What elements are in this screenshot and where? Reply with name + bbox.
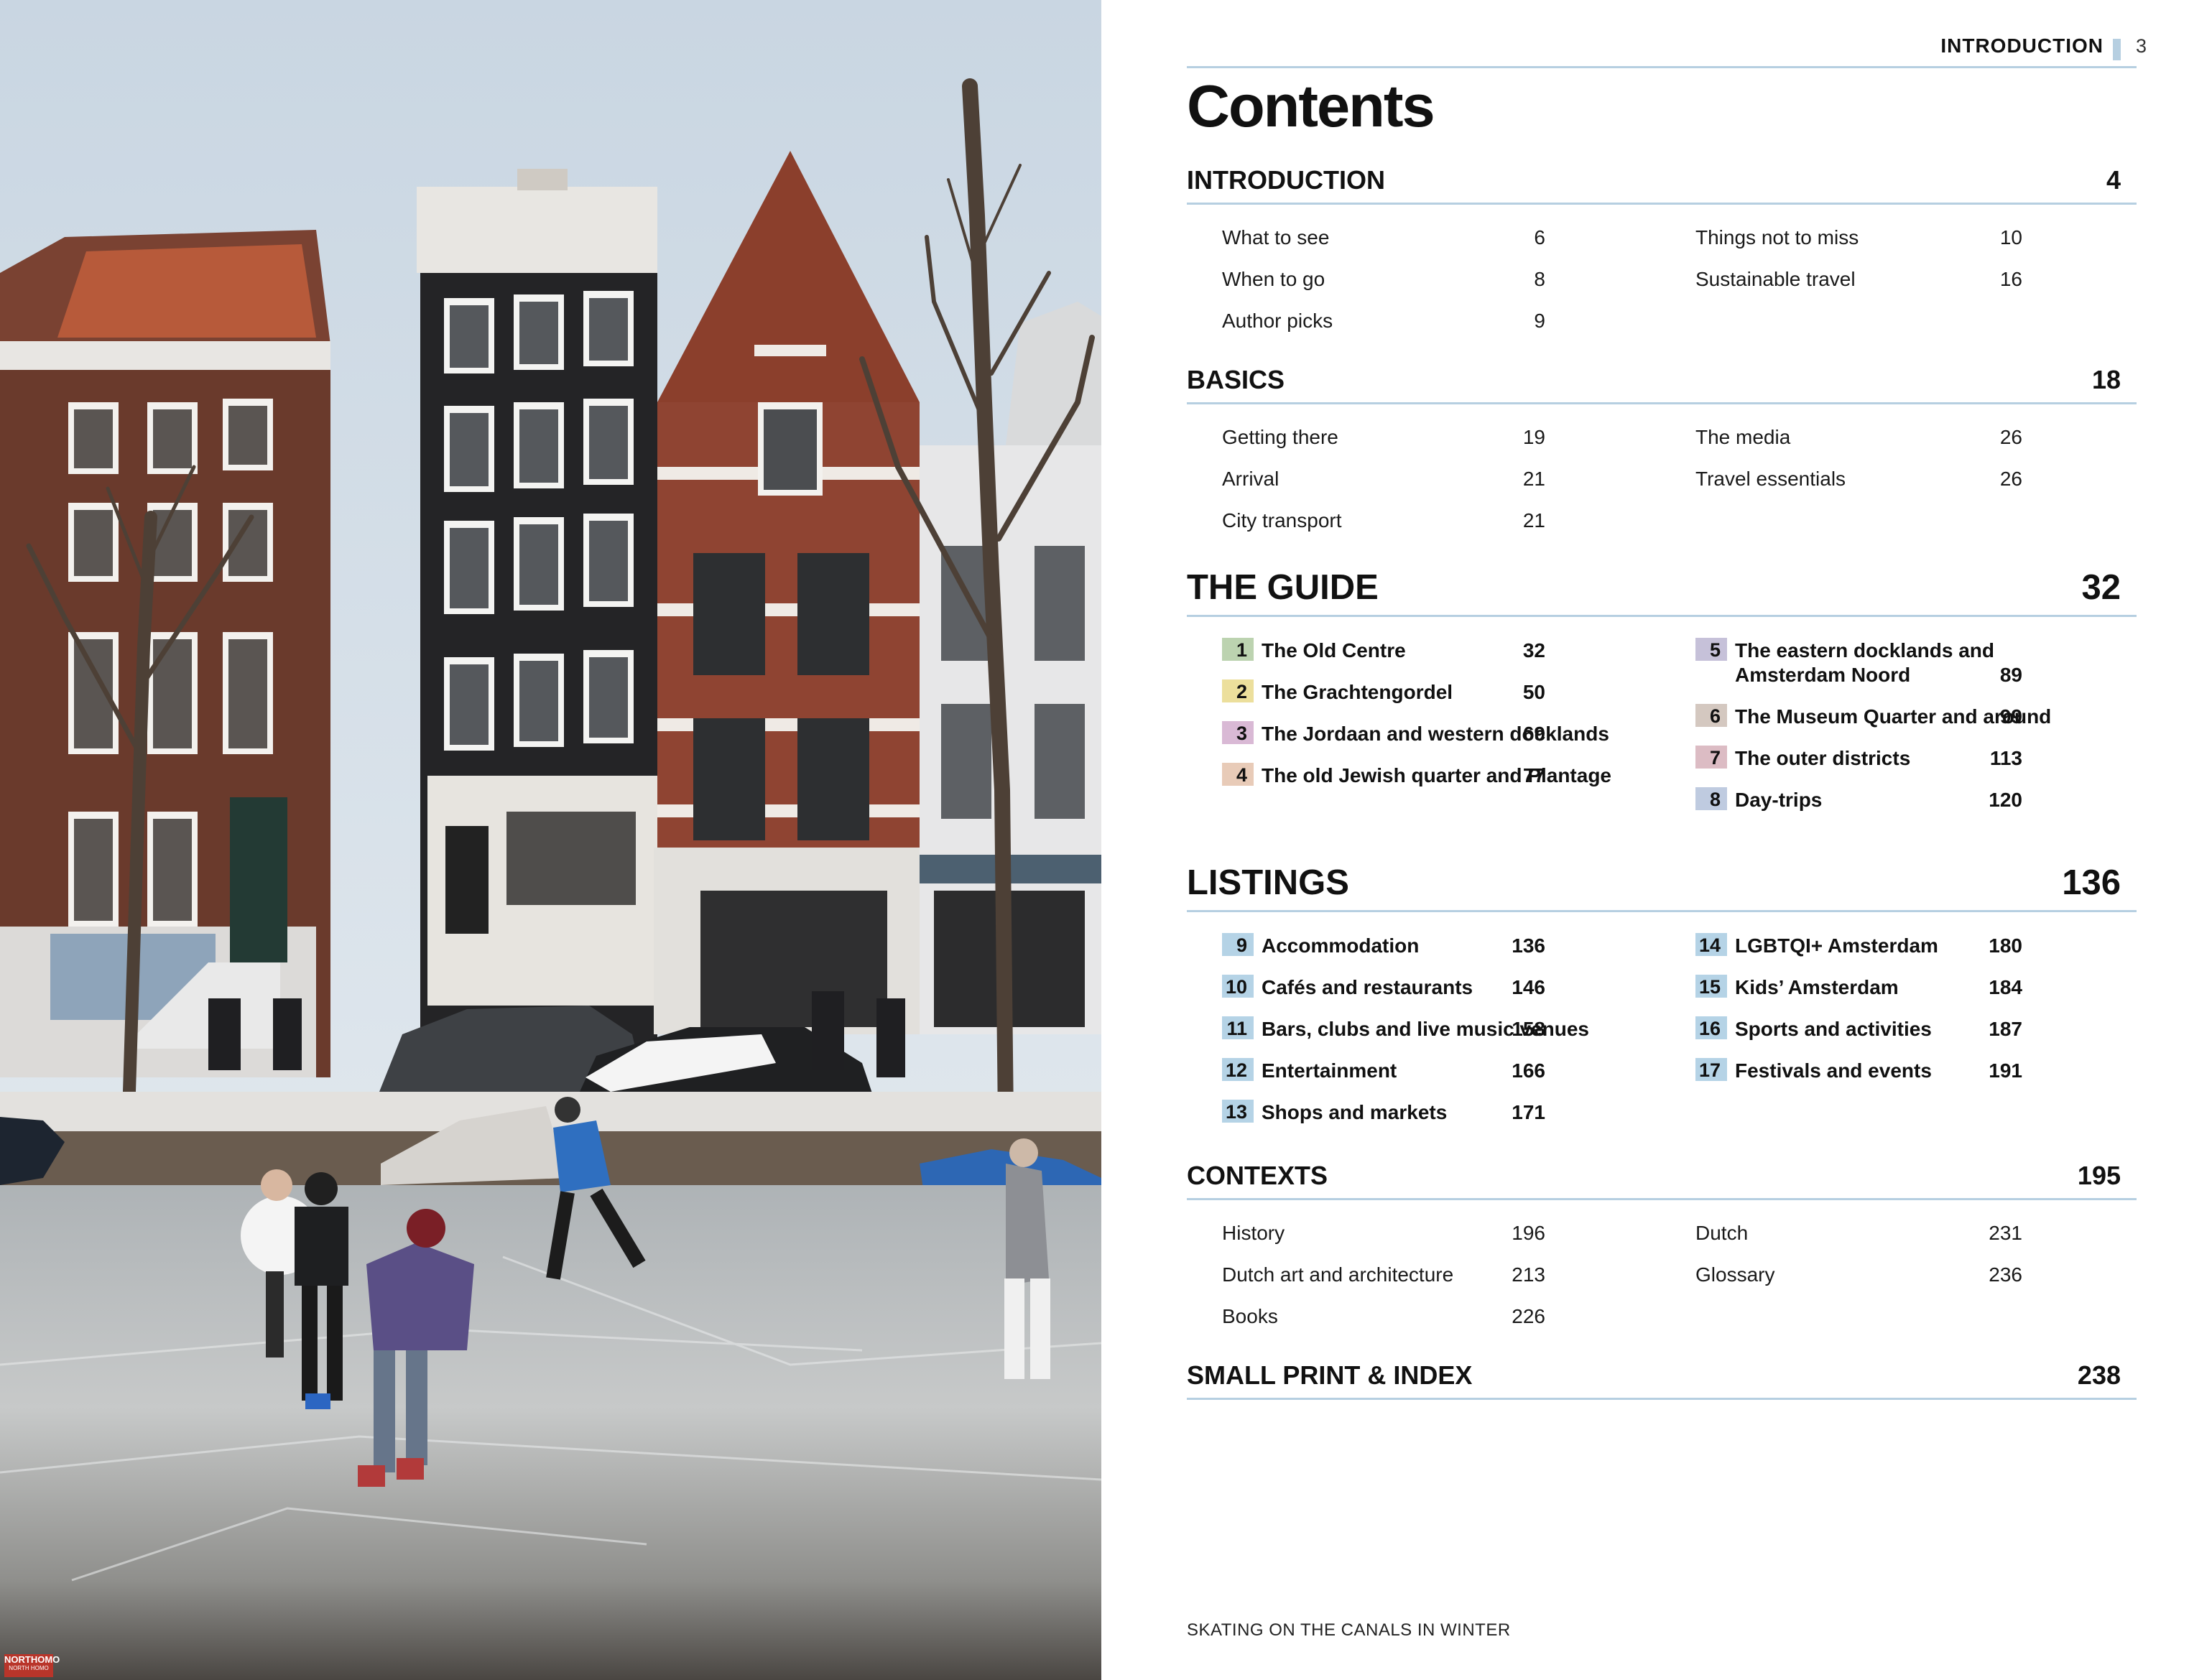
section-the-guide[interactable]: THE GUIDE 32	[1187, 568, 2137, 617]
section-page: 18	[2091, 365, 2121, 394]
section-title: CONTEXTS	[1187, 1161, 1328, 1190]
section-page: 32	[2081, 568, 2121, 607]
section-introduction[interactable]: INTRODUCTION 4	[1187, 165, 2137, 205]
running-header: INTRODUCTION 3	[1187, 32, 2147, 68]
chapter-number: 15	[1695, 975, 1727, 998]
photo-caption: SKATING ON THE CANALS IN WINTER	[1187, 1620, 1511, 1640]
chapter-number: 10	[1222, 975, 1254, 998]
page-title: Contents	[1187, 73, 1435, 139]
section-title: INTRODUCTION	[1187, 165, 1385, 195]
section-page: 136	[2062, 863, 2121, 902]
chapter-number: 7	[1695, 746, 1727, 769]
contents-page: INTRODUCTION 3 Contents INTRODUCTION 4 W…	[1101, 0, 2189, 1680]
section-title: THE GUIDE	[1187, 568, 1379, 607]
section-title: SMALL PRINT & INDEX	[1187, 1360, 1473, 1390]
chapter-number: 9	[1222, 933, 1254, 956]
header-accent-bar	[2113, 39, 2121, 60]
section-listings[interactable]: LISTINGS 136	[1187, 863, 2137, 912]
section-title: BASICS	[1187, 365, 1285, 394]
chapter-number: 4	[1222, 763, 1254, 786]
chapter-number: 11	[1222, 1016, 1254, 1039]
section-small-print[interactable]: SMALL PRINT & INDEX 238	[1187, 1360, 2137, 1400]
chapter-number: 17	[1695, 1058, 1727, 1081]
chapter-number: 13	[1222, 1100, 1254, 1123]
chapter-number: 3	[1222, 721, 1254, 744]
chapter-number: 8	[1695, 787, 1727, 810]
section-page: 238	[2077, 1360, 2121, 1390]
chapter-number: 16	[1695, 1016, 1727, 1039]
section-page: 195	[2077, 1161, 2121, 1190]
chapter-number: 6	[1695, 704, 1727, 727]
cover-photo: NORTHOMO NORTH HOMO	[0, 0, 1101, 1680]
chapter-number: 14	[1695, 933, 1727, 956]
chapter-number: 1	[1222, 638, 1254, 661]
section-title: LISTINGS	[1187, 863, 1349, 902]
section-basics[interactable]: BASICS 18	[1187, 365, 2137, 404]
header-page-number: 3	[2135, 35, 2147, 57]
chapter-number: 12	[1222, 1058, 1254, 1081]
section-contexts[interactable]: CONTEXTS 195	[1187, 1161, 2137, 1200]
header-section-label: INTRODUCTION	[1940, 34, 2104, 57]
section-page: 4	[2106, 165, 2121, 195]
watermark-stamp: NORTHOMO NORTH HOMO	[4, 1654, 60, 1677]
building-black	[417, 169, 657, 1049]
chapter-number: 5	[1695, 638, 1727, 661]
chapter-number: 2	[1222, 679, 1254, 702]
